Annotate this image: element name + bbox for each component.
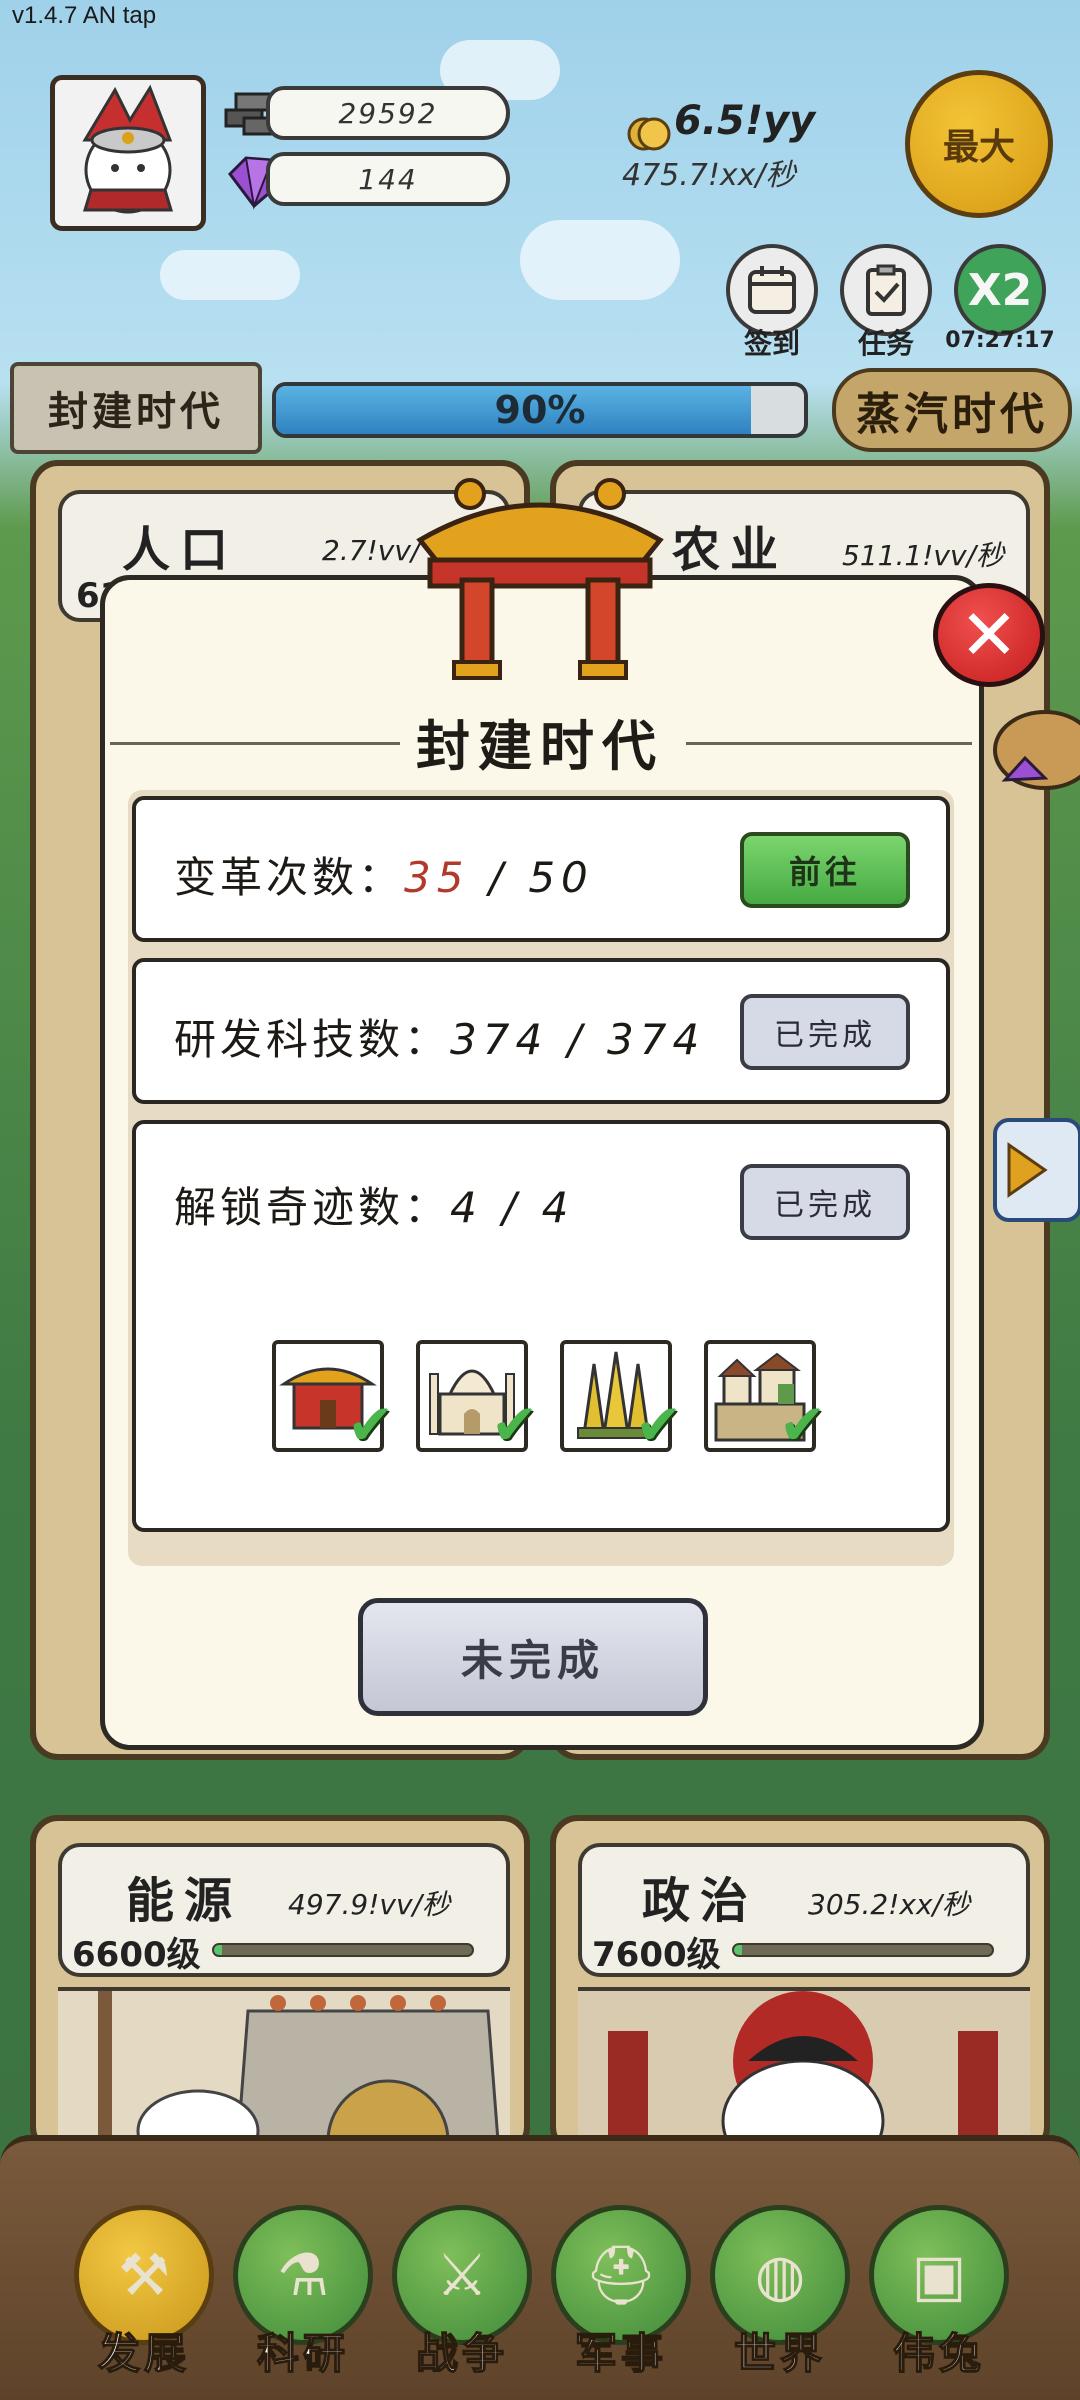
gate-icon (410, 470, 670, 680)
tab-war[interactable]: 战争 (392, 2320, 532, 2381)
village-wonder-icon[interactable]: ✔ (704, 1340, 826, 1458)
dialog-title: 封建时代 (416, 715, 664, 778)
reform-current: 35 (404, 853, 470, 902)
tab-military[interactable]: 军事 (551, 2320, 691, 2381)
reform-count-label: 变革次数：35 / 50 (174, 853, 594, 902)
taj-mahal-wonder-icon[interactable]: ✔ (416, 1340, 538, 1458)
reform-count-row: 变革次数：35 / 50 前往 (132, 796, 950, 942)
tech-count-row: 研发科技数：374 / 374 已完成 (132, 958, 950, 1104)
wonder-count-label: 解锁奇迹数：4 / 4 (174, 1183, 575, 1232)
check-icon: ✔ (635, 1393, 682, 1458)
check-icon: ✔ (347, 1393, 394, 1458)
tab-research[interactable]: 科研 (233, 2320, 373, 2381)
requirements-list: 变革次数：35 / 50 前往 研发科技数：374 / 374 已完成 解锁奇迹… (128, 790, 954, 1566)
reform-total: 50 (528, 853, 594, 902)
title-divider-left (110, 742, 400, 745)
wonder-completed-button[interactable]: 已完成 (740, 1164, 910, 1240)
go-button[interactable]: 前往 (740, 832, 910, 908)
check-icon: ✔ (779, 1393, 826, 1458)
title-divider-right (686, 742, 972, 745)
check-icon: ✔ (491, 1393, 538, 1458)
wonder-count-row: 解锁奇迹数：4 / 4 已完成 ✔ ✔ ✔ ✔ (132, 1120, 950, 1532)
close-button[interactable]: ✕ (933, 583, 1045, 687)
palace-wonder-icon[interactable]: ✔ (272, 1340, 394, 1458)
golden-pagoda-wonder-icon[interactable]: ✔ (560, 1340, 682, 1458)
tech-count-label: 研发科技数：374 / 374 (174, 1015, 706, 1064)
incomplete-button[interactable]: 未完成 (358, 1598, 708, 1716)
tab-world[interactable]: 世界 (710, 2320, 850, 2381)
tech-completed-button[interactable]: 已完成 (740, 994, 910, 1070)
tab-develop[interactable]: 发展 (74, 2320, 214, 2381)
tab-great-rabbit[interactable]: 伟兔 (869, 2320, 1009, 2381)
